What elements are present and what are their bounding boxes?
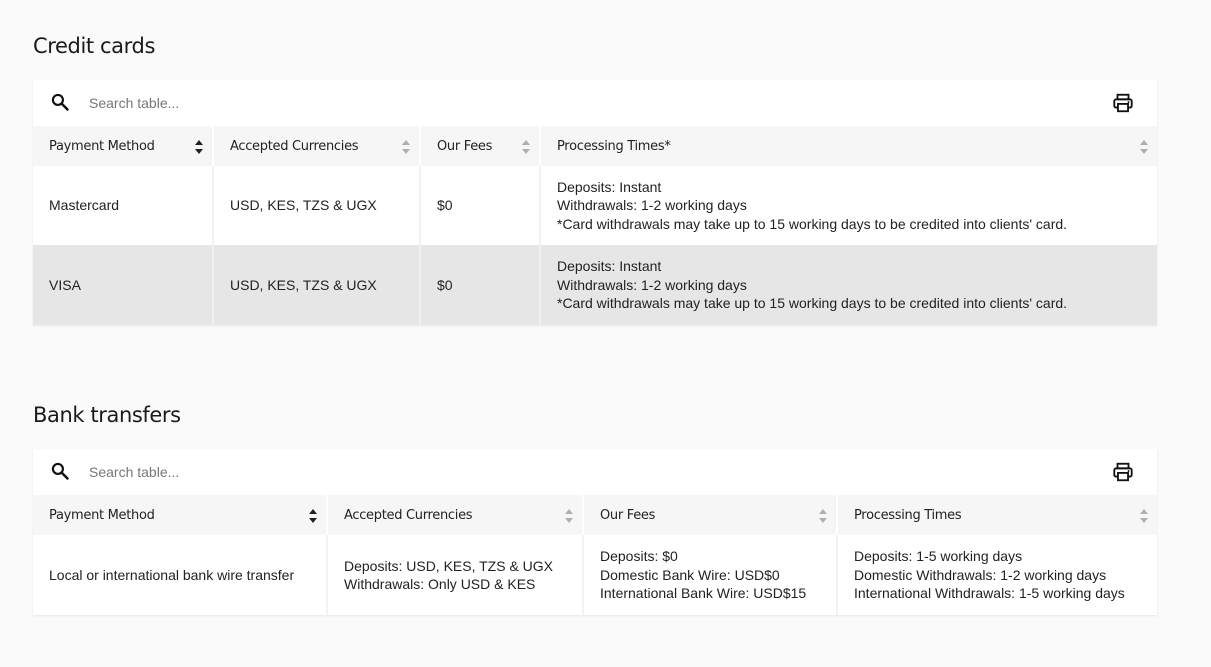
column-header-label: Our Fees bbox=[437, 138, 493, 154]
column-header-label: Accepted Currencies bbox=[230, 138, 359, 154]
cell-line: Withdrawals: 1-2 working days bbox=[557, 197, 747, 214]
column-header-processing-times[interactable]: Processing Times bbox=[837, 495, 1157, 535]
column-header-label: Payment Method bbox=[49, 507, 155, 523]
table-header-row: Payment Method Accepted Currencies Our F… bbox=[33, 495, 1157, 535]
cell-accepted-currencies: USD, KES, TZS & UGX bbox=[213, 245, 421, 325]
cell-processing-times: Deposits: 1-5 working days Domestic With… bbox=[837, 535, 1157, 615]
bank-transfers-section: Bank transfers Payment Method bbox=[33, 400, 1157, 615]
bank-transfers-toolbar bbox=[33, 449, 1157, 495]
cell-line: Domestic Withdrawals: 1-2 working days bbox=[854, 566, 1107, 583]
credit-cards-search-input[interactable] bbox=[89, 91, 589, 115]
cell-processing-times: Deposits: Instant Withdrawals: 1-2 worki… bbox=[540, 245, 1157, 325]
print-icon[interactable] bbox=[1112, 461, 1134, 483]
bank-transfers-title: Bank transfers bbox=[33, 403, 181, 427]
cell-line: International Withdrawals: 1-5 working d… bbox=[854, 585, 1125, 602]
cell-accepted-currencies: Deposits: USD, KES, TZS & UGX Withdrawal… bbox=[327, 535, 584, 615]
cell-line: Deposits: Instant bbox=[557, 178, 662, 195]
credit-cards-title: Credit cards bbox=[33, 34, 155, 58]
cell-line: Withdrawals: Only USD & KES bbox=[344, 576, 536, 592]
sort-icon[interactable] bbox=[564, 508, 574, 524]
cell-line: *Card withdrawals may take up to 15 work… bbox=[557, 215, 1068, 232]
table-row: Local or international bank wire transfe… bbox=[33, 535, 1157, 615]
cell-line: International Bank Wire: USD$15 bbox=[600, 585, 807, 602]
column-header-label: Payment Method bbox=[49, 138, 155, 154]
cell-payment-method: Mastercard bbox=[33, 166, 214, 245]
cell-line: Deposits: Instant bbox=[557, 258, 662, 275]
cell-line: Deposits: $0 bbox=[600, 548, 678, 565]
column-header-accepted-currencies[interactable]: Accepted Currencies bbox=[327, 495, 584, 535]
sort-icon[interactable] bbox=[1139, 508, 1149, 524]
bank-transfers-table: Payment Method Accepted Currencies Our F… bbox=[33, 495, 1157, 615]
column-header-payment-method[interactable]: Payment Method bbox=[33, 126, 214, 166]
table-row: VISA USD, KES, TZS & UGX $0 Deposits: In… bbox=[33, 245, 1157, 325]
bank-transfers-table-card: Payment Method Accepted Currencies Our F… bbox=[33, 449, 1157, 615]
cell-line: *Card withdrawals may take up to 15 work… bbox=[557, 295, 1068, 312]
column-header-label: Processing Times bbox=[854, 507, 962, 523]
credit-cards-table-card: Payment Method Accepted Currencies Our F… bbox=[33, 80, 1157, 325]
credit-cards-table: Payment Method Accepted Currencies Our F… bbox=[33, 126, 1157, 325]
sort-icon[interactable] bbox=[818, 508, 828, 524]
bank-transfers-search-input[interactable] bbox=[89, 460, 589, 484]
column-header-our-fees[interactable]: Our Fees bbox=[583, 495, 838, 535]
sort-icon[interactable] bbox=[1139, 139, 1149, 155]
cell-our-fees: $0 bbox=[420, 166, 541, 245]
cell-payment-method: VISA bbox=[33, 245, 214, 325]
search-icon bbox=[51, 462, 69, 480]
column-header-processing-times[interactable]: Processing Times* bbox=[540, 126, 1157, 166]
cell-line: Withdrawals: 1-2 working days bbox=[557, 276, 747, 293]
column-header-accepted-currencies[interactable]: Accepted Currencies bbox=[213, 126, 421, 166]
cell-accepted-currencies: USD, KES, TZS & UGX bbox=[213, 166, 421, 245]
cell-our-fees: $0 bbox=[420, 245, 541, 325]
credit-cards-toolbar bbox=[33, 80, 1157, 126]
cell-processing-times: Deposits: Instant Withdrawals: 1-2 worki… bbox=[540, 166, 1157, 245]
column-header-label: Accepted Currencies bbox=[344, 507, 473, 523]
cell-line: Domestic Bank Wire: USD$0 bbox=[600, 566, 780, 583]
column-header-our-fees[interactable]: Our Fees bbox=[420, 126, 541, 166]
print-icon[interactable] bbox=[1112, 92, 1134, 114]
sort-icon[interactable] bbox=[521, 139, 531, 155]
sort-icon[interactable] bbox=[194, 139, 204, 155]
column-header-payment-method[interactable]: Payment Method bbox=[33, 495, 328, 535]
column-header-label: Our Fees bbox=[600, 507, 656, 523]
sort-icon[interactable] bbox=[401, 139, 411, 155]
cell-payment-method: Local or international bank wire transfe… bbox=[33, 535, 328, 615]
table-row: Mastercard USD, KES, TZS & UGX $0 Deposi… bbox=[33, 166, 1157, 245]
search-icon bbox=[51, 93, 69, 111]
cell-line: Deposits: USD, KES, TZS & UGX bbox=[344, 557, 554, 574]
cell-line: Deposits: 1-5 working days bbox=[854, 548, 1023, 565]
cell-our-fees: Deposits: $0 Domestic Bank Wire: USD$0 I… bbox=[583, 535, 838, 615]
table-header-row: Payment Method Accepted Currencies Our F… bbox=[33, 126, 1157, 166]
credit-cards-section: Credit cards Payment Method bbox=[33, 31, 1157, 325]
column-header-label: Processing Times* bbox=[557, 138, 671, 154]
sort-icon[interactable] bbox=[308, 508, 318, 524]
